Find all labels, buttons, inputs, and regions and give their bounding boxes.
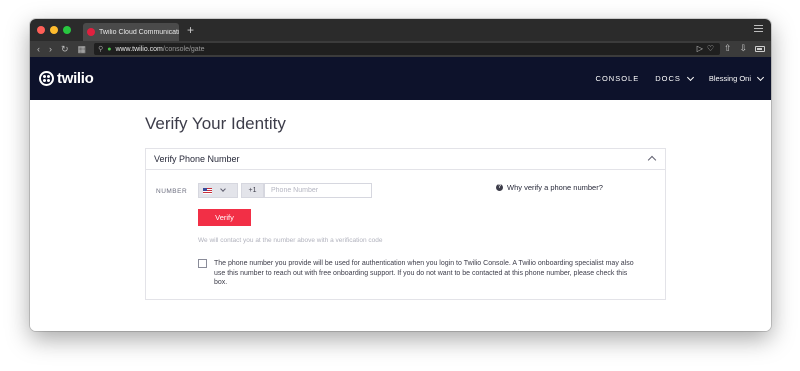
new-tab-button[interactable]: + (187, 24, 194, 36)
share-icon[interactable]: ⇧ (724, 44, 732, 53)
number-label: NUMBER (156, 188, 188, 195)
verify-button[interactable]: Verify (198, 209, 251, 226)
twilio-header: twilio CONSOLE DOCS Blessing Oni (30, 57, 771, 100)
url-field[interactable]: ⚲ ● www.twilio.com/console/gate ▷ ♡ (94, 43, 721, 55)
close-window-button[interactable] (37, 26, 45, 34)
twilio-favicon-icon (87, 28, 95, 36)
us-flag-icon (203, 187, 212, 194)
send-icon[interactable]: ▷ (697, 45, 703, 53)
page-title: Verify Your Identity (145, 114, 286, 133)
heart-icon[interactable]: ♡ (707, 45, 714, 53)
minimize-window-button[interactable] (50, 26, 58, 34)
country-select[interactable] (198, 183, 238, 198)
consent-text: The phone number you provide will be use… (214, 260, 634, 286)
page-content: Verify Your Identity Verify Phone Number… (30, 100, 771, 331)
chevron-up-icon[interactable] (647, 155, 657, 165)
browser-tab-bar: Twilio Cloud Communicatio + (30, 19, 771, 41)
lock-icon[interactable]: ● (107, 46, 111, 53)
why-verify-link[interactable]: ? Why verify a phone number? (496, 183, 603, 192)
battery-icon[interactable] (755, 46, 765, 52)
header-nav: CONSOLE DOCS Blessing Oni (596, 57, 765, 100)
menu-icon[interactable] (754, 24, 763, 33)
dial-code: +1 (241, 183, 264, 198)
card-header[interactable]: Verify Phone Number (146, 149, 665, 170)
forward-icon[interactable]: › (49, 44, 52, 54)
verify-phone-card: Verify Phone Number NUMBER +1 ? Why veri… (145, 148, 666, 300)
search-icon: ⚲ (98, 45, 104, 53)
back-icon[interactable]: ‹ (37, 44, 40, 54)
window-controls (37, 26, 71, 34)
help-icon: ? (496, 184, 503, 191)
speed-dial-icon[interactable]: ▦ (78, 44, 87, 54)
card-title: Verify Phone Number (154, 154, 240, 164)
reload-icon[interactable]: ↻ (61, 44, 69, 54)
why-verify-label: Why verify a phone number? (507, 183, 603, 192)
chevron-down-icon (756, 73, 765, 81)
phone-number-input[interactable] (264, 183, 372, 198)
nav-user-menu[interactable]: Blessing Oni (709, 73, 765, 83)
tab-title: Twilio Cloud Communicatio (99, 28, 179, 36)
nav-console[interactable]: CONSOLE (596, 74, 640, 83)
url-text[interactable]: www.twilio.com/console/gate (115, 46, 204, 53)
chevron-down-icon (220, 186, 226, 192)
twilio-logo[interactable]: twilio (39, 70, 94, 87)
twilio-logo-icon (39, 71, 54, 86)
helper-text: We will contact you at the number above … (198, 237, 383, 244)
navigation-controls: ‹ › ↻ ▦ (37, 44, 87, 54)
download-icon[interactable]: ⇩ (739, 44, 747, 53)
logo-text: twilio (57, 70, 94, 87)
address-bar: ‹ › ↻ ▦ ⚲ ● www.twilio.com/console/gate … (30, 41, 771, 57)
browser-window: Twilio Cloud Communicatio + ‹ › ↻ ▦ ⚲ ● … (30, 19, 771, 331)
chevron-down-icon (686, 73, 694, 81)
browser-tab[interactable]: Twilio Cloud Communicatio (83, 23, 179, 41)
zoom-window-button[interactable] (63, 26, 71, 34)
consent-checkbox[interactable] (198, 259, 207, 268)
nav-docs[interactable]: DOCS (655, 73, 694, 83)
